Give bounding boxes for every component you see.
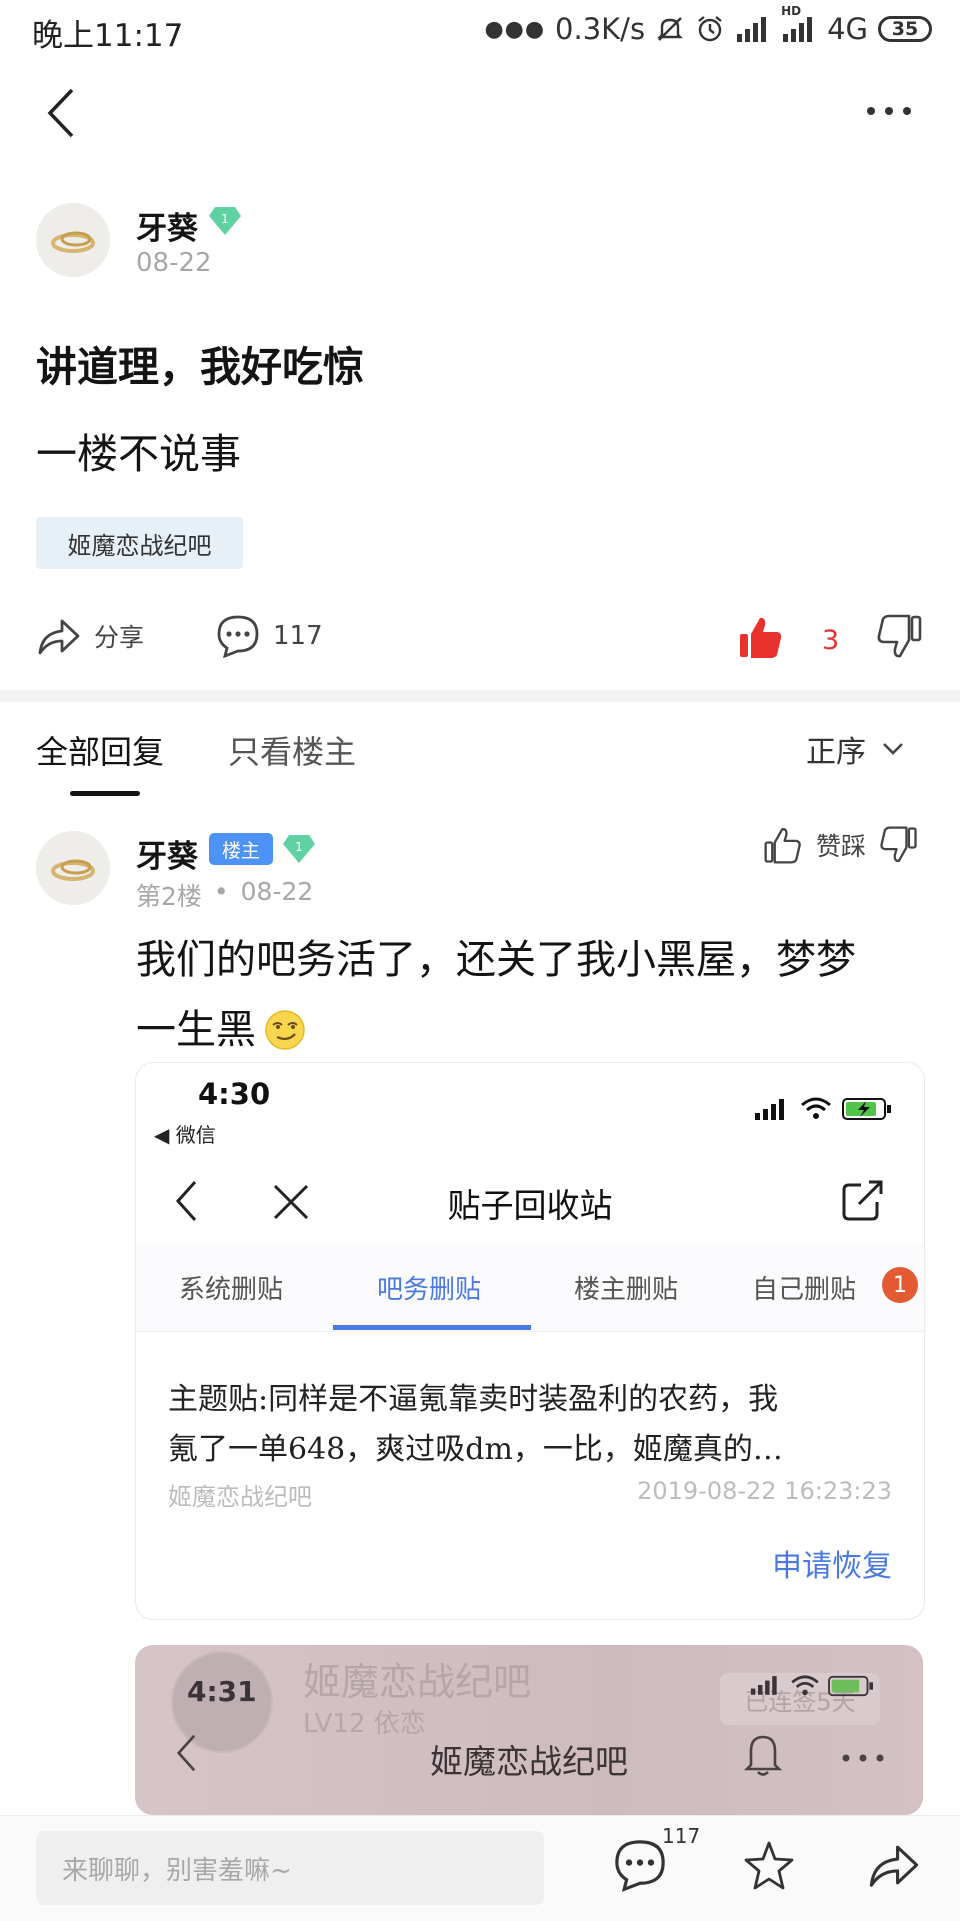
embedded-timestamp: 2019-08-22 16:23:23 [637,1477,892,1505]
embedded-share-icon [841,1178,885,1222]
thumbs-up-icon [764,828,801,864]
net-speed: 0.3K/s [555,12,646,46]
share-label: 分享 [94,623,145,652]
embedded2-time: 4:31 [187,1675,257,1708]
embedded2-status-icons [750,1675,874,1697]
embedded-title: 贴子回收站 [447,1186,613,1225]
embedded-tab-self: 自己删贴 [752,1275,857,1305]
comment-icon [217,615,259,658]
sort-label: 正序 [806,735,866,770]
dislike-button[interactable] [877,614,923,660]
wifi-icon [801,1097,831,1119]
thumbs-up-filled-icon [740,617,782,658]
post-date: 08-22 [136,248,212,278]
vote-label: 赞踩 [816,832,867,861]
meta-separator: • [213,877,229,906]
alarm-icon [695,14,725,44]
embedded-back-app: ◀ 微信 [154,1123,216,1147]
signal-icon [755,1099,784,1120]
bottom-share-button[interactable] [866,1840,922,1890]
dots-icon: ●●● [484,16,546,42]
chevron-left-icon [47,88,74,138]
wifi-icon [791,1675,819,1696]
reply-text: 我们的吧务活了，还关了我小黑屋，梦梦 一生黑 [136,925,936,1065]
embedded-tab-bar: 系统删贴 吧务删贴 楼主删贴 自己删贴 1 [136,1243,924,1332]
comment-button[interactable]: 117 [215,614,323,658]
comment-icon [615,1840,665,1892]
embedded-tab-system: 系统删贴 [179,1275,284,1305]
back-button[interactable] [44,86,78,140]
embedded-tab-op: 楼主删贴 [574,1275,679,1305]
forum-tag[interactable]: 姬魔恋战纪吧 [36,517,243,569]
reply-line-1: 我们的吧务活了，还关了我小黑屋，梦梦 [136,937,856,983]
bottom-comment-button[interactable] [612,1838,668,1892]
signal-hd-icon: HD [781,4,817,42]
status-indicators: ●●● 0.3K/s HD 4G 35 [484,4,932,46]
reply-line-2: 一生黑 [136,995,936,1065]
embedded-tab-underline [333,1325,531,1330]
embedded-tab-badge: 1 [882,1267,918,1303]
sort-dropdown[interactable]: 正序 [806,727,904,771]
level-badge-icon: 1 [207,205,243,237]
floor-number: 第2楼 [136,882,202,911]
reply-date: 08-22 [240,877,314,906]
embedded-screenshot-recycle-bin[interactable]: 4:30 ◀ 微信 贴子回收站 系统删贴 吧务删贴 楼主删贴 自己删贴 1 主题… [135,1062,925,1620]
section-divider [0,690,960,702]
chevron-down-icon [883,743,903,755]
like-count: 3 [822,625,840,656]
favorite-button[interactable] [741,1839,797,1893]
share-icon [38,619,80,655]
post-body: 一楼不说事 [36,430,241,478]
mute-bell-icon [655,14,685,44]
battery-icon: 35 [878,16,932,42]
reply-avatar[interactable] [36,831,110,905]
share-icon [869,1845,919,1887]
reply-level-badge-icon: 1 [281,833,317,865]
embedded-content: 主题贴:同样是不逼氪靠卖时装盈利的农药，我 氪了一单648，爽过吸dm，一比，姬… [168,1375,783,1475]
embedded-content-line-1: 主题贴:同样是不逼氪靠卖时装盈利的农药，我 [168,1382,779,1417]
embedded2-bell-icon [743,1729,783,1777]
embedded-status-icons [754,1097,892,1121]
svg-text:1: 1 [221,212,229,226]
embedded-time: 4:30 [198,1077,271,1111]
reply-vote[interactable]: 赞踩 [764,826,918,864]
thumbs-down-icon [877,614,922,658]
status-time: 晚上11:17 [32,18,184,54]
signal-icon [750,1676,777,1695]
embedded2-more-icon [841,1753,885,1763]
embedded-forum: 姬魔恋战纪吧 [168,1483,312,1511]
star-icon [744,1841,794,1890]
tab-underline [70,791,140,796]
tab-all-replies[interactable]: 全部回复 [36,727,164,773]
battery-charging-icon [828,1675,873,1697]
smirk-emoji-icon [264,1009,306,1051]
avatar[interactable] [36,203,110,277]
post-title: 讲道理，我好吃惊 [36,343,364,391]
embedded-restore: 申请恢复 [772,1549,892,1584]
svg-text:1: 1 [295,840,303,854]
share-button[interactable]: 分享 [36,615,144,657]
more-dots-icon [867,107,911,115]
more-button[interactable] [866,104,912,118]
comment-count: 117 [273,621,323,651]
reply-input[interactable]: 来聊聊，别害羞嘛~ [36,1831,544,1905]
embedded-screenshot-forum[interactable]: 姬魔恋战纪吧 LV12 依恋 4:31 已连签5天 姬魔恋战纪吧 [135,1645,923,1815]
like-button[interactable] [738,614,784,660]
tab-op-only[interactable]: 只看楼主 [228,727,356,773]
network-type: 4G [827,12,868,46]
bottom-comment-count: 117 [662,1824,701,1848]
embedded-tab-admin: 吧务删贴 [377,1275,482,1305]
status-bar: 晚上11:17 ●●● 0.3K/s HD 4G 35 [0,0,960,60]
embedded-content-line-2: 氪了一单648，爽过吸dm，一比，姬魔真的… [168,1432,783,1467]
battery-charging-icon [842,1098,891,1120]
author-name[interactable]: 牙葵 [136,203,198,248]
thumbs-down-icon [880,826,917,862]
reply-meta: 第2楼 • 08-22 [136,877,313,913]
reply-author-name[interactable]: 牙葵 [136,831,198,876]
op-badge: 楼主 [209,833,273,865]
embedded2-bg-forum: 姬魔恋战纪吧 [303,1660,532,1704]
signal-icon [735,16,771,42]
embedded2-title: 姬魔恋战纪吧 [430,1742,628,1781]
